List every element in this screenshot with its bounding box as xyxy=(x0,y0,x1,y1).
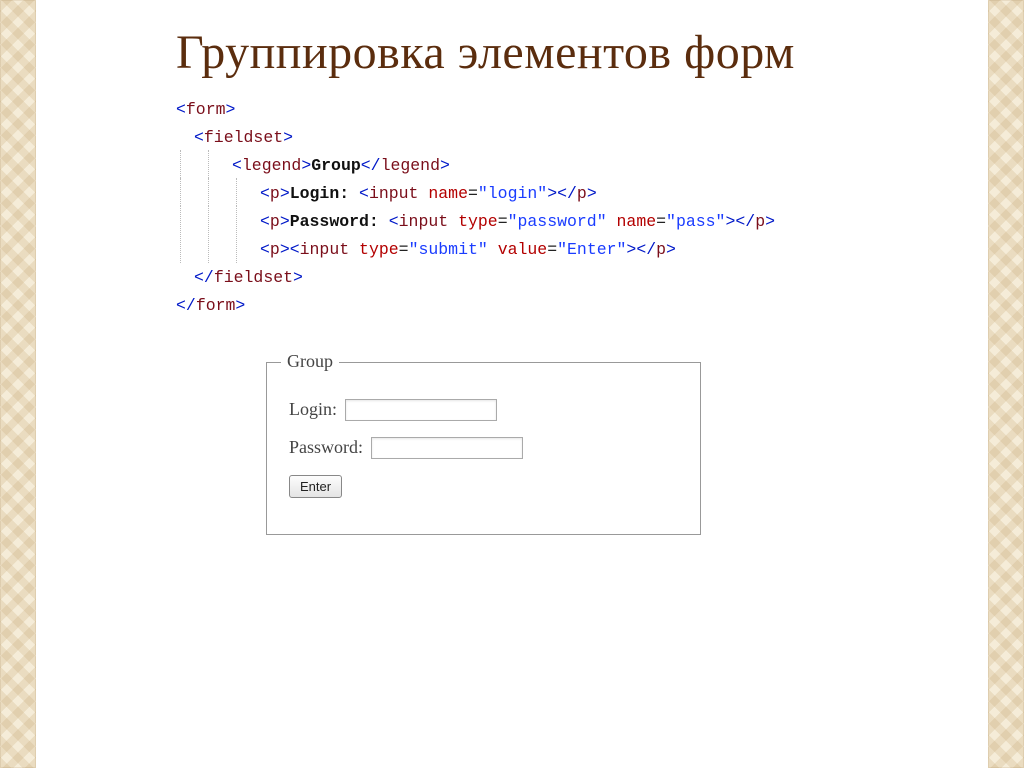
val-submit: "submit" xyxy=(409,240,488,259)
decor-right xyxy=(988,0,1024,768)
attr-type-2: type xyxy=(458,212,498,231)
val-enter: "Enter" xyxy=(557,240,626,259)
val-password: "password" xyxy=(508,212,607,231)
login-label: Login: xyxy=(289,399,337,420)
tag-input-1: input xyxy=(369,184,419,203)
submit-button[interactable]: Enter xyxy=(289,475,342,498)
tag-p-2c: p xyxy=(755,212,765,231)
tag-p-3c: p xyxy=(656,240,666,259)
attr-name-1: name xyxy=(428,184,468,203)
tag-form-close: form xyxy=(196,296,236,315)
fieldset-box: Group Login: Password: Enter xyxy=(266,362,701,535)
password-input[interactable] xyxy=(371,437,523,459)
tag-form-open: form xyxy=(186,100,226,119)
code-block: <form> <fieldset> <legend>Group</legend>… xyxy=(176,96,988,320)
password-row: Password: xyxy=(289,437,678,459)
preview: Group Login: Password: Enter xyxy=(266,362,701,535)
tag-fieldset-close: fieldset xyxy=(214,268,293,287)
tag-legend-close: legend xyxy=(381,156,440,175)
login-input[interactable] xyxy=(345,399,497,421)
decor-left xyxy=(0,0,36,768)
tag-p-3: p xyxy=(270,240,280,259)
login-text: Login: xyxy=(290,184,359,203)
tag-legend-open: legend xyxy=(242,156,301,175)
attr-value-3: value xyxy=(498,240,548,259)
val-login: "login" xyxy=(478,184,547,203)
slide: Группировка элементов форм <form> <field… xyxy=(0,0,1024,768)
legend-text: Group xyxy=(311,156,361,175)
attr-name-2: name xyxy=(617,212,657,231)
attr-type-3: type xyxy=(359,240,399,259)
slide-title: Группировка элементов форм xyxy=(176,24,988,82)
legend-label: Group xyxy=(281,351,339,372)
tag-input-3: input xyxy=(300,240,350,259)
tag-p-2: p xyxy=(270,212,280,231)
val-pass: "pass" xyxy=(666,212,725,231)
tag-p-1c: p xyxy=(577,184,587,203)
tag-fieldset-open: fieldset xyxy=(204,128,283,147)
password-label: Password: xyxy=(289,437,363,458)
slide-content: Группировка элементов форм <form> <field… xyxy=(36,0,988,768)
submit-row: Enter xyxy=(289,475,678,498)
password-text: Password: xyxy=(290,212,389,231)
tag-p-1: p xyxy=(270,184,280,203)
login-row: Login: xyxy=(289,399,678,421)
tag-input-2: input xyxy=(399,212,449,231)
